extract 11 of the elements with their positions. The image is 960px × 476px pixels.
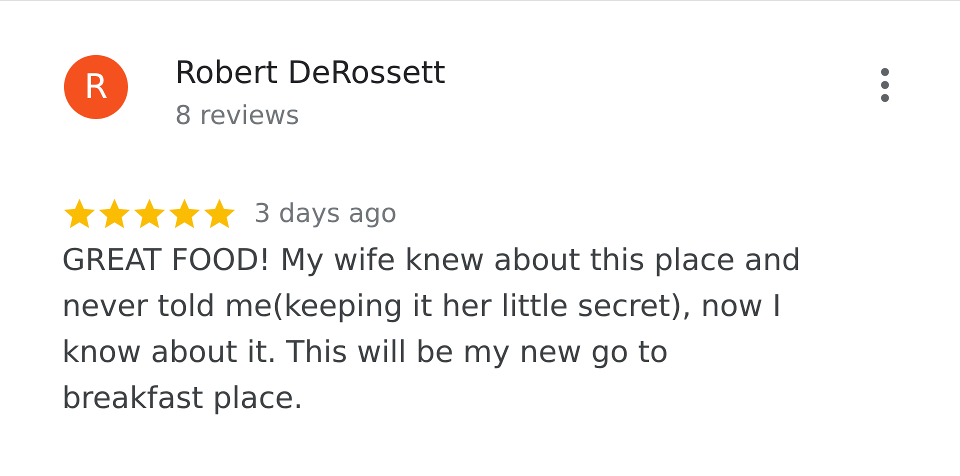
star-icon [62,198,97,231]
review-date: 3 days ago [254,198,397,231]
star-icon [97,198,132,231]
review-text: GREAT FOOD! My wife knew about this place and never told me(keeping it her little secret), now I know about it. This will be my new go to breakfast place. [62,242,802,418]
star-icon [202,198,237,231]
star-icon [167,198,202,231]
reviewer-name: Robert DeRossett [175,55,446,91]
avatar: R [64,55,128,119]
review-count: 8 reviews [175,101,300,131]
more-options-icon[interactable] [880,67,890,103]
star-icon [132,198,167,231]
